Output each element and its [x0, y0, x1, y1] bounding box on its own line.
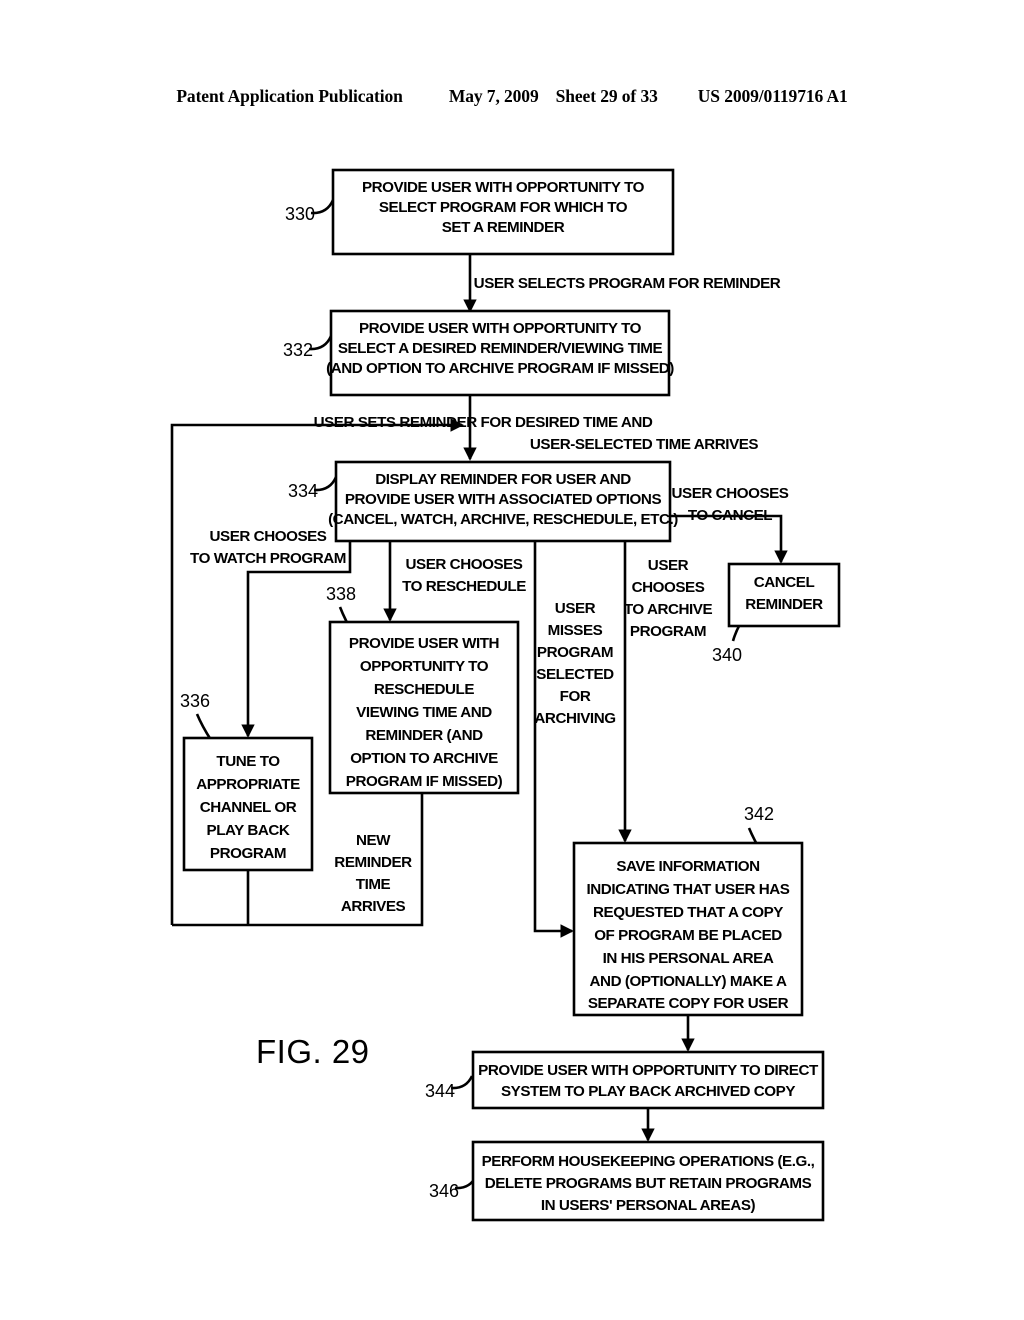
process-box-346[interactable]: PERFORM HOUSEKEEPING OPERATIONS (E.G., D…: [471, 1140, 825, 1222]
reference-number-332: 332: [283, 340, 313, 360]
edge-label-sets-line-1: USER SETS REMINDER FOR DESIRED TIME AND: [314, 414, 653, 431]
box-342-line-1: SAVE INFORMATION: [616, 858, 759, 875]
patent-page: Patent Application Publication May 7, 20…: [0, 0, 1024, 1320]
edge-label-user-chooses-archive: USER CHOOSES TO ARCHIVE PROGRAM: [624, 557, 713, 640]
edge-label-newtime-line-3: TIME: [356, 876, 391, 893]
edge-label-misses-line-3: PROGRAM: [537, 644, 613, 661]
leader-line-336: [195, 713, 213, 741]
box-338-line-6: OPTION TO ARCHIVE: [350, 750, 498, 767]
box-338-line-3: RESCHEDULE: [374, 681, 474, 698]
box-332-line-3: (AND OPTION TO ARCHIVE PROGRAM IF MISSED…: [326, 360, 674, 377]
edge-label-archive-line-3: TO ARCHIVE: [624, 601, 713, 618]
box-338-line-2: OPPORTUNITY TO: [360, 658, 489, 675]
edge-label-user-chooses-cancel: USER CHOOSES TO CANCEL: [672, 485, 790, 524]
box-338-line-4: VIEWING TIME AND: [356, 704, 492, 721]
edge-label-newtime-line-4: ARRIVES: [341, 898, 406, 915]
edge-label-user-chooses-watch: USER CHOOSES TO WATCH PROGRAM: [190, 528, 346, 567]
box-330-line-2: SELECT PROGRAM FOR WHICH TO: [379, 199, 628, 216]
box-340-line-1: CANCEL: [754, 574, 815, 591]
reference-number-346: 346: [429, 1181, 459, 1201]
edge-label-archive-line-2: CHOOSES: [632, 579, 705, 596]
reference-number-342: 342: [744, 804, 774, 824]
box-342-line-7: SEPARATE COPY FOR USER: [588, 995, 789, 1012]
edge-label-misses-line-6: ARCHIVING: [534, 710, 615, 727]
edge-label-newtime-line-2: REMINDER: [334, 854, 412, 871]
box-338-line-5: REMINDER (AND: [365, 727, 483, 744]
process-box-332[interactable]: PROVIDE USER WITH OPPORTUNITY TO SELECT …: [326, 309, 675, 397]
reference-number-330: 330: [285, 204, 315, 224]
box-336-line-2: APPROPRIATE: [196, 776, 300, 793]
box-334-line-3: (CANCEL, WATCH, ARCHIVE, RESCHEDULE, ETC…: [328, 511, 678, 528]
box-332-line-2: SELECT A DESIRED REMINDER/VIEWING TIME: [338, 340, 663, 357]
box-330-line-1: PROVIDE USER WITH OPPORTUNITY TO: [362, 179, 645, 196]
edge-label-archive-line-4: PROGRAM: [630, 623, 706, 640]
process-box-342[interactable]: SAVE INFORMATION INDICATING THAT USER HA…: [572, 841, 804, 1017]
edge-label-user-selects-program: USER SELECTS PROGRAM FOR REMINDER: [474, 275, 781, 292]
edge-label-cancel-line-2: TO CANCEL: [688, 507, 772, 524]
process-box-338[interactable]: PROVIDE USER WITH OPPORTUNITY TO RESCHED…: [328, 620, 520, 795]
reference-number-344: 344: [425, 1081, 455, 1101]
reference-number-336: 336: [180, 691, 210, 711]
box-332-line-1: PROVIDE USER WITH OPPORTUNITY TO: [359, 320, 642, 337]
edge-label-sets-line-2: USER-SELECTED TIME ARRIVES: [530, 436, 759, 453]
edge-label-archive-line-1: USER: [648, 557, 689, 574]
process-box-336[interactable]: TUNE TO APPROPRIATE CHANNEL OR PLAY BACK…: [182, 736, 314, 872]
edge-label-watch-line-2: TO WATCH PROGRAM: [190, 550, 346, 567]
edge-label-user-sets-reminder: USER SETS REMINDER FOR DESIRED TIME AND …: [314, 414, 759, 453]
edge-label-misses-line-2: MISSES: [548, 622, 603, 639]
process-box-340[interactable]: CANCEL REMINDER: [727, 562, 841, 628]
box-336-line-3: CHANNEL OR: [200, 799, 297, 816]
figure-label: FIG. 29: [256, 1033, 370, 1070]
edge-label-cancel-line-1: USER CHOOSES: [672, 485, 789, 502]
box-344-line-2: SYSTEM TO PLAY BACK ARCHIVED COPY: [501, 1083, 795, 1100]
edge-label-user-misses-program: USER MISSES PROGRAM SELECTED FOR ARCHIVI…: [534, 600, 616, 727]
edge-label-watch-line-1: USER CHOOSES: [210, 528, 327, 545]
edge-label-misses-line-1: USER: [555, 600, 596, 617]
edge-label-reschedule-line-1: USER CHOOSES: [406, 556, 523, 573]
box-330-line-3: SET A REMINDER: [442, 219, 565, 236]
edge-label-misses-line-4: SELECTED: [536, 666, 614, 683]
box-336-line-4: PLAY BACK: [207, 822, 290, 839]
box-336-line-1: TUNE TO: [216, 753, 280, 770]
box-342-line-4: OF PROGRAM BE PLACED: [594, 927, 782, 944]
process-box-330[interactable]: PROVIDE USER WITH OPPORTUNITY TO SELECT …: [331, 168, 675, 256]
reference-number-340: 340: [712, 645, 742, 665]
box-346-line-2: DELETE PROGRAMS BUT RETAIN PROGRAMS: [485, 1175, 812, 1192]
box-342-line-6: AND (OPTIONALLY) MAKE A: [590, 973, 787, 990]
reference-number-334: 334: [288, 481, 318, 501]
box-344-line-1: PROVIDE USER WITH OPPORTUNITY TO DIRECT: [478, 1062, 819, 1079]
edge-label-misses-line-5: FOR: [560, 688, 591, 705]
box-338-line-1: PROVIDE USER WITH: [349, 635, 499, 652]
process-box-344[interactable]: PROVIDE USER WITH OPPORTUNITY TO DIRECT …: [471, 1050, 825, 1110]
box-340-line-2: REMINDER: [745, 596, 823, 613]
process-box-334[interactable]: DISPLAY REMINDER FOR USER AND PROVIDE US…: [328, 460, 679, 543]
box-338-line-7: PROGRAM IF MISSED): [346, 773, 503, 790]
box-334-line-2: PROVIDE USER WITH ASSOCIATED OPTIONS: [345, 491, 662, 508]
edge-label-reschedule-line-2: TO RESCHEDULE: [402, 578, 526, 595]
edge-label-user-chooses-reschedule: USER CHOOSES TO RESCHEDULE: [402, 556, 527, 595]
edge-label-new-reminder-time-arrives: NEW REMINDER TIME ARRIVES: [334, 832, 412, 915]
reference-number-338: 338: [326, 584, 356, 604]
box-336-line-5: PROGRAM: [210, 845, 286, 862]
box-342-line-2: INDICATING THAT USER HAS: [587, 881, 790, 898]
box-346-line-3: IN USERS' PERSONAL AREAS): [541, 1197, 756, 1214]
box-342-line-3: REQUESTED THAT A COPY: [593, 904, 783, 921]
edge-label-newtime-line-1: NEW: [356, 832, 391, 849]
box-346-line-1: PERFORM HOUSEKEEPING OPERATIONS (E.G.,: [482, 1153, 815, 1170]
flowchart-figure: PROVIDE USER WITH OPPORTUNITY TO SELECT …: [170, 168, 841, 1222]
box-334-line-1: DISPLAY REMINDER FOR USER AND: [375, 471, 631, 488]
box-342-line-5: IN HIS PERSONAL AREA: [603, 950, 774, 967]
